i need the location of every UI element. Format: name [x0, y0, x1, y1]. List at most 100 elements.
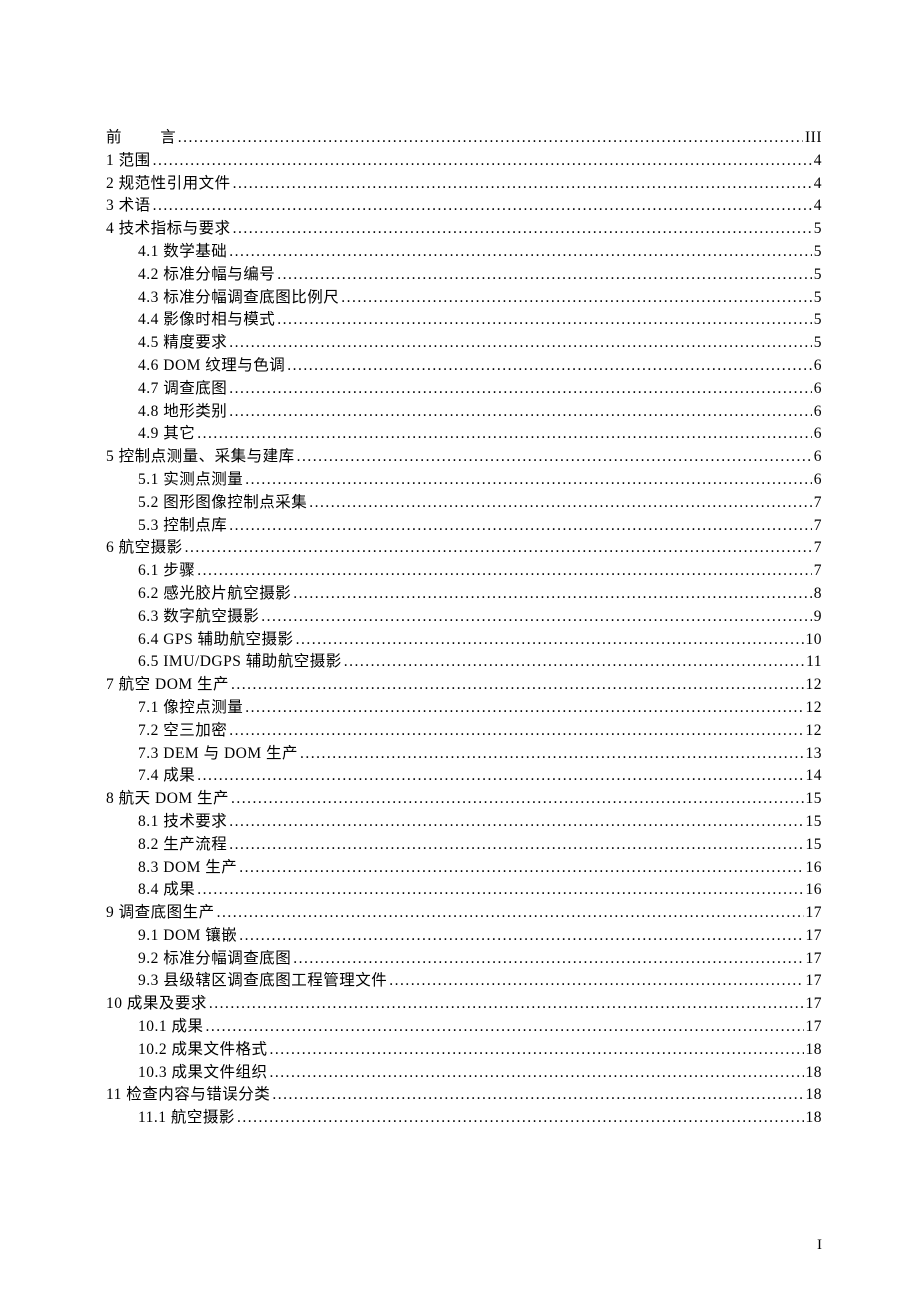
toc-entry: 4.9 其它6: [106, 426, 822, 442]
toc-entry-page: 17: [806, 905, 823, 921]
toc-entry: 10.2 成果文件格式18: [106, 1042, 822, 1058]
toc-leader-dots: [229, 814, 803, 830]
toc-entry-page: 15: [806, 814, 823, 830]
toc-entry: 7.1 像控点测量12: [106, 700, 822, 716]
toc-entry: 8.1 技术要求15: [106, 814, 822, 830]
toc-entry-page: 4: [814, 153, 822, 169]
toc-entry: 10.1 成果17: [106, 1019, 822, 1035]
toc-leader-dots: [277, 312, 811, 328]
toc-entry-label: 6.2 感光胶片航空摄影: [138, 586, 291, 602]
toc-entry: 前言III: [106, 130, 822, 146]
toc-entry: 4.6 DOM 纹理与色调 6: [106, 358, 822, 374]
toc-entry: 7.2 空三加密12: [106, 723, 822, 739]
toc-leader-dots: [231, 677, 803, 693]
toc-leader-dots: [206, 1019, 804, 1035]
toc-entry-page: III: [805, 130, 822, 146]
toc-entry: 8.2 生产流程 15: [106, 837, 822, 853]
toc-entry: 1 范围4: [106, 153, 822, 169]
toc-entry: 7 航空 DOM 生产12: [106, 677, 822, 693]
toc-entry-label: 11.1 航空摄影: [138, 1110, 235, 1126]
toc-entry-page: 18: [806, 1065, 823, 1081]
toc-entry-label: 3 术语: [106, 198, 151, 214]
toc-entry-page: 17: [806, 973, 823, 989]
toc-entry-page: 6: [814, 472, 822, 488]
toc-entry-label: 4.6 DOM 纹理与色调: [138, 358, 285, 374]
toc-leader-dots: [229, 518, 811, 534]
toc-entry: 4.8 地形类别6: [106, 404, 822, 420]
toc-entry-page: 5: [814, 244, 822, 260]
toc-leader-dots: [229, 381, 811, 397]
toc-entry-label: 6.5 IMU/DGPS 辅助航空摄影: [138, 654, 342, 670]
toc-entry-label: 10 成果及要求: [106, 996, 207, 1012]
toc-entry: 3 术语 4: [106, 198, 822, 214]
toc-leader-dots: [309, 495, 811, 511]
toc-page: 前言III1 范围42 规范性引用文件43 术语44 技术指标与要求54.1 数…: [0, 0, 920, 1183]
toc-leader-dots: [389, 973, 803, 989]
toc-entry-page: 9: [814, 609, 822, 625]
toc-leader-dots: [272, 1087, 803, 1103]
toc-entry-label: 9.3 县级辖区调查底图工程管理文件: [138, 973, 387, 989]
toc-entry-page: 10: [806, 632, 823, 648]
toc-entry: 11 检查内容与错误分类18: [106, 1087, 822, 1103]
toc-entry-label: 7.4 成果: [138, 768, 195, 784]
toc-entry-page: 6: [814, 426, 822, 442]
toc-entry: 5.2 图形图像控制点采集7: [106, 495, 822, 511]
toc-entry-page: 4: [814, 198, 822, 214]
toc-entry: 4.3 标准分幅调查底图比例尺5: [106, 290, 822, 306]
toc-leader-dots: [233, 176, 812, 192]
toc-entry-page: 6: [814, 358, 822, 374]
toc-entry: 2 规范性引用文件 4: [106, 176, 822, 192]
toc-entry-page: 7: [814, 540, 822, 556]
toc-entry-label: 5.3 控制点库: [138, 518, 227, 534]
toc-entry-page: 13: [806, 746, 823, 762]
toc-entry-page: 7: [814, 563, 822, 579]
toc-entry-page: 11: [806, 654, 822, 670]
toc-entry-page: 17: [806, 928, 823, 944]
toc-entry: 8.4 成果 16: [106, 882, 822, 898]
toc-entry-label: 9.1 DOM 镶嵌: [138, 928, 237, 944]
toc-entry-page: 15: [806, 837, 823, 853]
toc-entry: 6.1 步骤7: [106, 563, 822, 579]
toc-entry-label: 4.7 调查底图: [138, 381, 227, 397]
toc-entry: 10 成果及要求17: [106, 996, 822, 1012]
toc-entry-label: 4.2 标准分幅与编号: [138, 267, 275, 283]
toc-leader-dots: [297, 449, 812, 465]
toc-entry-label: 4.3 标准分幅调查底图比例尺: [138, 290, 339, 306]
toc-entry-label: 10.3 成果文件组织: [138, 1065, 268, 1081]
toc-leader-dots: [233, 221, 812, 237]
toc-entry: 5.1 实测点测量6: [106, 472, 822, 488]
toc-entry-page: 16: [806, 882, 823, 898]
toc-entry-page: 6: [814, 404, 822, 420]
toc-leader-dots: [277, 267, 811, 283]
toc-entry-label: 4.4 影像时相与模式: [138, 312, 275, 328]
toc-entry-page: 15: [806, 791, 823, 807]
toc-entry-label: 6.4 GPS 辅助航空摄影: [138, 632, 294, 648]
toc-leader-dots: [344, 654, 804, 670]
toc-entry-label: 7.2 空三加密: [138, 723, 227, 739]
toc-entry-page: 4: [814, 176, 822, 192]
toc-entry-label: 8.4 成果: [138, 882, 195, 898]
toc-leader-dots: [229, 244, 811, 260]
toc-leader-dots: [237, 1110, 804, 1126]
toc-leader-dots: [245, 472, 811, 488]
toc-entry-page: 7: [814, 518, 822, 534]
toc-entry-label: 2 规范性引用文件: [106, 176, 231, 192]
toc-entry: 6.5 IMU/DGPS 辅助航空摄影 11: [106, 654, 822, 670]
toc-entry-page: 6: [814, 449, 822, 465]
toc-leader-dots: [239, 928, 803, 944]
toc-entry: 4.5 精度要求5: [106, 335, 822, 351]
toc-leader-dots: [178, 130, 803, 146]
toc-entry-page: 8: [814, 586, 822, 602]
toc-entry-label: 7 航空 DOM 生产: [106, 677, 229, 693]
toc-entry: 8.3 DOM 生产16: [106, 860, 822, 876]
toc-entry: 6 航空摄影7: [106, 540, 822, 556]
toc-entry: 9 调查底图生产17: [106, 905, 822, 921]
toc-leader-dots: [341, 290, 811, 306]
toc-entry-label: 4.1 数学基础: [138, 244, 227, 260]
toc-leader-dots: [197, 426, 811, 442]
toc-entry-label: 8.2 生产流程: [138, 837, 227, 853]
toc-entry-label: 5 控制点测量、采集与建库: [106, 449, 295, 465]
toc-leader-dots: [197, 768, 803, 784]
toc-entry-label: 11 检查内容与错误分类: [106, 1087, 270, 1103]
toc-leader-dots: [270, 1065, 804, 1081]
